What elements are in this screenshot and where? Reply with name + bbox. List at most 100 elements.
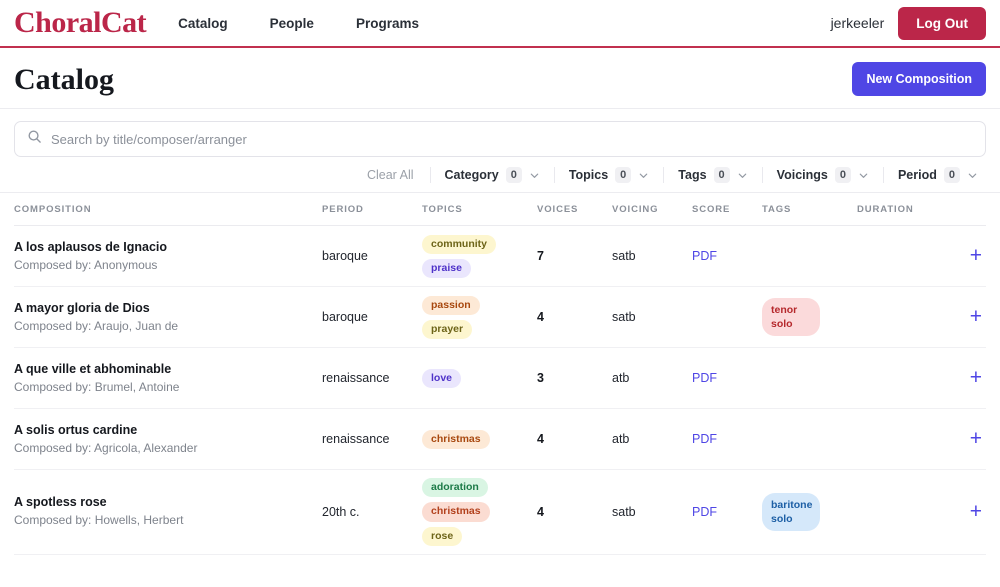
- table-row[interactable]: A solis ortus cardine Composed by: Agric…: [14, 409, 986, 471]
- search-box[interactable]: [14, 121, 986, 157]
- voices-cell: 7: [537, 249, 544, 264]
- score-cell: PDF: [692, 503, 762, 521]
- topics-cell: passion prayer: [422, 295, 537, 339]
- filter-category-count: 0: [505, 167, 522, 184]
- add-cell: +: [947, 428, 986, 450]
- table-row[interactable]: A que ville et abhominable Composed by: …: [14, 348, 986, 410]
- top-navbar: ChoralCat Catalog People Programs jerkee…: [0, 0, 1000, 48]
- filter-voicings[interactable]: Voicings 0: [761, 167, 883, 184]
- filter-tags[interactable]: Tags 0: [663, 167, 761, 184]
- composition-title[interactable]: A mayor gloria de Dios: [14, 300, 322, 317]
- voicing-cell: satb: [612, 249, 636, 264]
- composition-cell: A spotless rose Composed by: Howells, He…: [14, 494, 322, 529]
- period-cell: renaissance: [322, 371, 390, 386]
- score-pdf-link[interactable]: PDF: [692, 505, 717, 519]
- chip[interactable]: baritone solo: [762, 492, 820, 532]
- filter-voicings-count: 0: [834, 167, 851, 184]
- table-row[interactable]: A spotless rose Composed by: Howells, He…: [14, 470, 986, 555]
- table-row[interactable]: A los aplausos de Ignacio Composed by: A…: [14, 226, 986, 288]
- nav-link-catalog[interactable]: Catalog: [178, 16, 228, 31]
- nav-link-programs[interactable]: Programs: [356, 16, 419, 31]
- chip[interactable]: love: [422, 368, 462, 388]
- composition-composer: Composed by: Howells, Herbert: [14, 513, 184, 528]
- topics-cell: adoration christmas rose: [422, 478, 537, 546]
- composition-table: COMPOSITION PERIOD TOPICS VOICES VOICING…: [0, 193, 1000, 555]
- search-section: [0, 109, 1000, 157]
- plus-icon[interactable]: +: [966, 501, 986, 522]
- filter-voicings-label: Voicings: [776, 168, 828, 183]
- column-header-score: SCORE: [692, 203, 731, 215]
- add-cell: +: [947, 306, 986, 328]
- voicing-cell: satb: [612, 504, 636, 519]
- filter-topics-count: 0: [615, 167, 632, 184]
- chevron-down-icon: [529, 170, 540, 181]
- page-title: Catalog: [14, 62, 114, 96]
- composition-composer: Composed by: Araujo, Juan de: [14, 318, 179, 333]
- chip[interactable]: christmas: [422, 429, 490, 449]
- period-cell: baroque: [322, 310, 368, 325]
- search-icon: [27, 129, 42, 149]
- plus-icon[interactable]: +: [966, 306, 986, 327]
- nav-link-people[interactable]: People: [270, 16, 314, 31]
- clear-all-button[interactable]: Clear All: [351, 168, 430, 182]
- score-pdf-link[interactable]: PDF: [692, 371, 717, 385]
- column-header-tags: TAGS: [762, 203, 792, 215]
- column-header-topics: TOPICS: [422, 203, 463, 215]
- table-header-row: COMPOSITION PERIOD TOPICS VOICES VOICING…: [14, 193, 986, 227]
- score-cell: PDF: [692, 430, 762, 448]
- add-cell: +: [947, 245, 986, 267]
- app-logo[interactable]: ChoralCat: [14, 8, 147, 38]
- tags-cell: tenor solo: [762, 298, 857, 337]
- topics-cell: community praise: [422, 234, 537, 278]
- score-cell: PDF: [692, 247, 762, 265]
- composition-title[interactable]: A los aplausos de Ignacio: [14, 239, 322, 256]
- logout-button[interactable]: Log Out: [898, 6, 986, 40]
- period-cell: 20th c.: [322, 504, 360, 519]
- chevron-down-icon: [638, 170, 649, 181]
- search-input[interactable]: [51, 131, 973, 147]
- chevron-down-icon: [858, 170, 869, 181]
- filter-category[interactable]: Category 0: [429, 167, 554, 184]
- new-composition-button[interactable]: New Composition: [852, 62, 986, 96]
- composition-title[interactable]: A spotless rose: [14, 494, 322, 511]
- topics-cell: love: [422, 368, 537, 388]
- composition-title[interactable]: A solis ortus cardine: [14, 422, 322, 439]
- voices-cell: 4: [537, 310, 544, 325]
- table-body: A los aplausos de Ignacio Composed by: A…: [14, 226, 986, 555]
- table-row[interactable]: A mayor gloria de Dios Composed by: Arau…: [14, 287, 986, 349]
- filter-topics[interactable]: Topics 0: [553, 167, 663, 184]
- voicing-cell: satb: [612, 310, 636, 325]
- filter-period-label: Period: [897, 168, 937, 183]
- chip[interactable]: passion: [422, 295, 480, 315]
- chip[interactable]: christmas: [422, 502, 490, 522]
- column-header-voices: VOICES: [537, 203, 579, 215]
- composition-composer: Composed by: Brumel, Antoine: [14, 379, 180, 394]
- composition-composer: Composed by: Anonymous: [14, 257, 158, 272]
- chip[interactable]: adoration: [422, 478, 488, 498]
- voices-cell: 4: [537, 432, 544, 447]
- chip[interactable]: rose: [422, 526, 463, 546]
- tags-cell: baritone solo: [762, 492, 857, 532]
- chip[interactable]: tenor solo: [762, 298, 820, 337]
- voicing-cell: atb: [612, 432, 630, 447]
- username-label: jerkeeler: [830, 15, 885, 31]
- filter-period[interactable]: Period 0: [882, 167, 992, 184]
- composition-cell: A mayor gloria de Dios Composed by: Arau…: [14, 300, 322, 335]
- filter-tags-count: 0: [713, 167, 730, 184]
- score-pdf-link[interactable]: PDF: [692, 249, 717, 263]
- column-header-period: PERIOD: [322, 203, 364, 215]
- chip[interactable]: prayer: [422, 319, 473, 339]
- voicing-cell: atb: [612, 371, 630, 386]
- nav-user-area: jerkeeler Log Out: [830, 6, 986, 40]
- score-pdf-link[interactable]: PDF: [692, 432, 717, 446]
- plus-icon[interactable]: +: [966, 428, 986, 449]
- composition-title[interactable]: A que ville et abhominable: [14, 361, 322, 378]
- column-header-voicing: VOICING: [612, 203, 659, 215]
- chip[interactable]: community: [422, 234, 497, 254]
- voices-cell: 4: [537, 504, 544, 519]
- plus-icon[interactable]: +: [966, 245, 986, 266]
- voices-cell: 3: [537, 371, 544, 386]
- chip[interactable]: praise: [422, 258, 471, 278]
- filter-tags-label: Tags: [678, 168, 707, 183]
- plus-icon[interactable]: +: [966, 367, 986, 388]
